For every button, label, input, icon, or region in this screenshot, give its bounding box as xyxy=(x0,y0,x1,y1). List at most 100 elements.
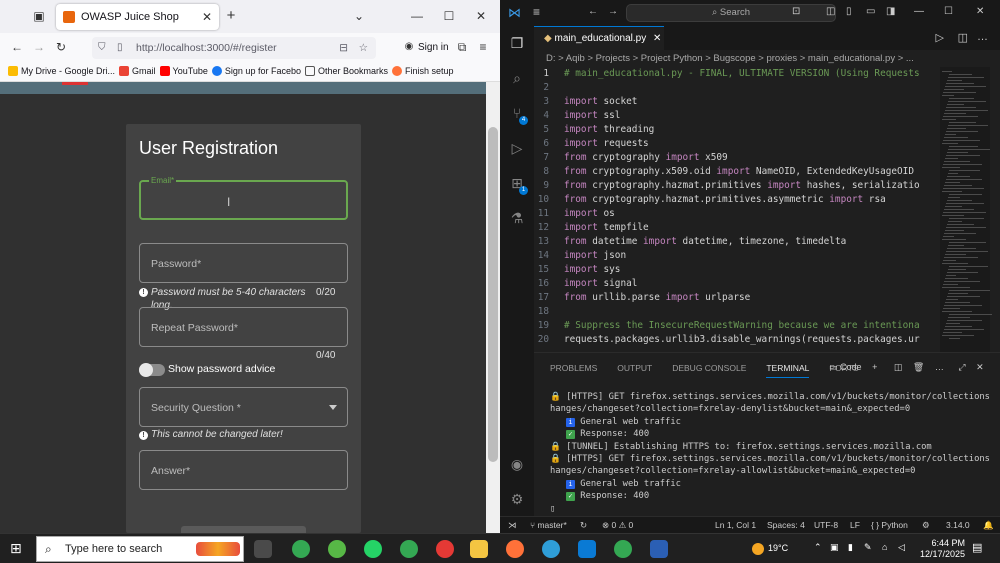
more-actions-icon[interactable]: … xyxy=(977,31,988,43)
sync-icon[interactable]: ↻ xyxy=(580,517,587,533)
reload-icon[interactable]: ↻ xyxy=(52,38,70,56)
url-bar[interactable]: ⛉ ▯ http://localhost:3000/#/register ⊟ ☆ xyxy=(92,37,376,59)
layout-icon[interactable]: ◫ xyxy=(826,6,835,17)
explorer-icon[interactable]: ❐ xyxy=(509,35,525,51)
tray-overflow-icon[interactable]: ⌃ xyxy=(814,542,822,553)
sign-in-link[interactable]: Sign in xyxy=(418,42,449,53)
toggle-panel-icon[interactable]: ▭ xyxy=(866,6,875,17)
account-icon[interactable]: ◉ xyxy=(400,38,418,56)
bookmark-youtube[interactable]: YouTube xyxy=(159,66,208,76)
chrome-alt-icon[interactable] xyxy=(614,540,632,558)
forward-icon[interactable]: → xyxy=(608,6,618,17)
password-field[interactable]: Password* xyxy=(139,243,348,283)
forward-icon[interactable]: → xyxy=(30,38,48,56)
bookmark-facebook[interactable]: Sign up for Facebo xyxy=(211,66,301,76)
run-debug-icon[interactable]: ▷ xyxy=(509,140,525,156)
python-env-icon[interactable]: ⚙ xyxy=(922,517,930,533)
new-tab-icon[interactable]: + xyxy=(222,7,240,25)
show-password-advice-toggle[interactable] xyxy=(139,363,165,377)
problems-indicator[interactable]: ⊗ 0 ⚠ 0 xyxy=(602,517,633,533)
maximize-panel-icon[interactable]: ⤢ xyxy=(958,362,965,372)
menu-icon[interactable]: ≡ xyxy=(474,38,492,56)
toggle-sidebar-icon[interactable]: ▯ xyxy=(846,6,852,17)
remote-icon[interactable]: ⋊ xyxy=(508,517,517,533)
run-icon[interactable]: ▷ xyxy=(936,31,944,44)
tab-output[interactable]: OUTPUT xyxy=(617,358,652,378)
chrome-icon[interactable] xyxy=(292,540,310,558)
maximize-icon[interactable]: ☐ xyxy=(944,6,953,17)
pen-icon[interactable]: ✎ xyxy=(864,542,872,553)
tab-overview-icon[interactable]: ▣ xyxy=(30,7,48,25)
close-panel-icon[interactable]: ✕ xyxy=(976,362,984,372)
copilot-icon[interactable]: ⊡ xyxy=(792,6,800,17)
code-line[interactable]: 17 from urllib.parse import urlparse xyxy=(534,291,939,305)
tracking-shield-icon[interactable]: ⛉ xyxy=(98,37,106,59)
tab-terminal[interactable]: TERMINAL xyxy=(766,358,810,378)
terminal-name[interactable]: Code xyxy=(840,362,862,372)
network-icon[interactable]: ⌂ xyxy=(882,542,887,552)
editor-tab-main-educational[interactable]: ◆ main_educational.py ✕ xyxy=(534,26,664,50)
code-line[interactable]: 12 import tempfile xyxy=(534,221,939,235)
maximize-icon[interactable]: ☐ xyxy=(440,7,458,25)
code-line[interactable]: 14 import json xyxy=(534,249,939,263)
chrome-profile-icon[interactable] xyxy=(400,540,418,558)
whatsapp-icon[interactable] xyxy=(364,540,382,558)
code-line[interactable]: 16 import signal xyxy=(534,277,939,291)
tab-problems[interactable]: PROBLEMS xyxy=(550,358,597,378)
testing-icon[interactable]: ⚗ xyxy=(509,210,525,226)
account-icon[interactable]: ◉ xyxy=(509,456,525,472)
code-line[interactable]: 10 from cryptography.hazmat.primitives.as… xyxy=(534,193,939,207)
minimize-icon[interactable]: — xyxy=(914,6,924,17)
edge-icon[interactable] xyxy=(542,540,560,558)
close-window-icon[interactable]: ✕ xyxy=(976,6,984,17)
upwork-icon[interactable] xyxy=(328,540,346,558)
code-editor[interactable]: 1 # main_educational.py - FINAL, ULTIMATE… xyxy=(534,67,939,347)
repeat-password-field[interactable]: Repeat Password* xyxy=(139,307,348,347)
settings-gear-icon[interactable]: ⚙ xyxy=(509,491,525,507)
email-field[interactable]: Email* I xyxy=(139,175,348,220)
more-icon[interactable]: … xyxy=(935,362,944,372)
terminal-output[interactable]: 🔒 [HTTPS] GET firefox.settings.services.… xyxy=(550,391,990,515)
code-line[interactable]: 5 import threading xyxy=(534,123,939,137)
bookmark-star-icon[interactable]: ☆ xyxy=(359,37,368,59)
new-terminal-icon[interactable]: + xyxy=(872,362,877,372)
eol[interactable]: LF xyxy=(850,517,860,533)
code-line[interactable]: 6 import requests xyxy=(534,137,939,151)
list-tabs-icon[interactable]: ⌄ xyxy=(350,7,368,25)
back-icon[interactable]: ← xyxy=(588,6,598,17)
tray-app-icon[interactable]: ▣ xyxy=(830,542,839,553)
kill-terminal-icon[interactable]: 🗑 xyxy=(913,362,924,372)
answer-field[interactable]: Answer* xyxy=(139,450,348,490)
extensions-icon[interactable]: ⧉ xyxy=(453,38,471,56)
bookmark-finish-setup[interactable]: Finish setup xyxy=(392,66,454,76)
notification-center-icon[interactable]: ▤ xyxy=(972,541,982,554)
python-version[interactable]: 3.14.0 xyxy=(946,517,970,533)
split-editor-icon[interactable]: ◫ xyxy=(958,31,968,44)
search-icon[interactable]: ⌕ xyxy=(509,70,525,86)
cursor-position[interactable]: Ln 1, Col 1 xyxy=(715,517,756,533)
code-line[interactable]: 3 import socket xyxy=(534,95,939,109)
code-line[interactable]: 9 from cryptography.hazmat.primitives imp… xyxy=(534,179,939,193)
app-icon[interactable] xyxy=(436,540,454,558)
page-info-icon[interactable]: ▯ xyxy=(117,37,123,59)
code-line[interactable]: 11 import os xyxy=(534,207,939,221)
task-view-icon[interactable] xyxy=(254,540,272,558)
code-line[interactable]: 4 import ssl xyxy=(534,109,939,123)
tab-debug-console[interactable]: DEBUG CONSOLE xyxy=(672,358,746,378)
other-bookmarks[interactable]: Other Bookmarks xyxy=(304,66,388,76)
bookmark-gmail[interactable]: Gmail xyxy=(119,66,156,76)
register-button[interactable] xyxy=(181,526,306,533)
close-window-icon[interactable]: ✕ xyxy=(472,7,490,25)
tray-icon[interactable]: ▮ xyxy=(848,542,853,553)
split-terminal-icon[interactable]: ◫ xyxy=(894,362,903,372)
code-line[interactable]: 15 import sys xyxy=(534,263,939,277)
browser-tab[interactable]: OWASP Juice Shop ✕ xyxy=(56,4,219,30)
code-line[interactable]: 20 requests.packages.urllib3.disable_warn… xyxy=(534,333,939,347)
powershell-icon[interactable] xyxy=(650,540,668,558)
language-mode[interactable]: { } Python xyxy=(871,517,908,533)
security-question-select[interactable]: Security Question * xyxy=(139,387,348,427)
reader-view-icon[interactable]: ⊟ xyxy=(339,37,348,59)
indentation[interactable]: Spaces: 4 xyxy=(767,517,805,533)
file-explorer-icon[interactable] xyxy=(470,540,488,558)
bookmark-drive[interactable]: My Drive - Google Dri... xyxy=(8,66,115,76)
